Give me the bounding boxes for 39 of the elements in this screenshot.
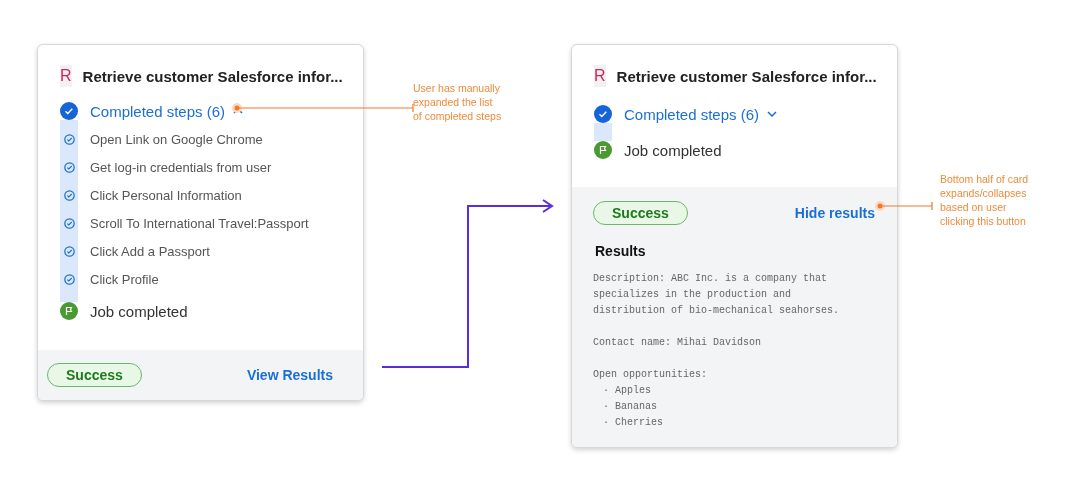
- step-label: Job completed: [90, 302, 188, 320]
- check-circle-icon: [63, 189, 75, 201]
- check-circle-icon: [63, 161, 75, 173]
- check-circle-icon: [63, 245, 75, 257]
- contact-text: Contact name: Mihai Davidson: [593, 336, 763, 350]
- opportunities-label: Open opportunities:: [593, 368, 709, 382]
- step-label: Job completed: [624, 141, 722, 159]
- timeline-track: [594, 123, 612, 141]
- results-button[interactable]: Hide results: [794, 205, 875, 221]
- leader-line: [875, 201, 933, 211]
- step-label: Scroll To International Travel:Passport: [90, 215, 309, 231]
- opportunity-item: · Bananas: [602, 400, 658, 414]
- results-heading: Results: [595, 243, 647, 259]
- flag-icon: [60, 302, 78, 320]
- check-circle-icon: [594, 105, 612, 123]
- flag-icon: [594, 141, 612, 159]
- check-circle-icon: [63, 133, 75, 145]
- annotation-text: User has manually expanded the list of completed steps: [413, 81, 503, 123]
- step-label: Click Profile: [90, 271, 159, 287]
- step-label: Click Personal Information: [90, 187, 242, 203]
- results-button[interactable]: View Results: [246, 367, 333, 383]
- status-badge: Success: [593, 201, 688, 225]
- check-circle-icon: [60, 102, 78, 120]
- check-circle-icon: [63, 273, 75, 285]
- app-icon: R: [60, 65, 72, 87]
- status-badge: Success: [47, 363, 142, 387]
- check-circle-icon: [63, 217, 75, 229]
- card-title: Retrieve customer Salesforce infor...: [82, 67, 343, 85]
- step-label: Click Add a Passport: [90, 243, 210, 259]
- description-text: Description: ABC Inc. is a company that specializes in the production and distribution of bio-mechanical seahorses.: [593, 272, 841, 318]
- opportunity-item: · Cherries: [602, 416, 664, 430]
- step-label: Get log-in credentials from user: [90, 159, 272, 175]
- chevron-down-icon: [767, 111, 778, 117]
- app-icon: R: [594, 65, 606, 87]
- step-label: Open Link on Google Chrome: [90, 131, 263, 147]
- completed-steps-toggle[interactable]: Completed steps (6): [624, 105, 778, 123]
- card-title: Retrieve customer Salesforce infor...: [616, 67, 877, 85]
- opportunity-item: · Apples: [602, 384, 652, 398]
- annotation-text: Bottom half of card expands/collapses based on user clicking this button: [940, 172, 1030, 228]
